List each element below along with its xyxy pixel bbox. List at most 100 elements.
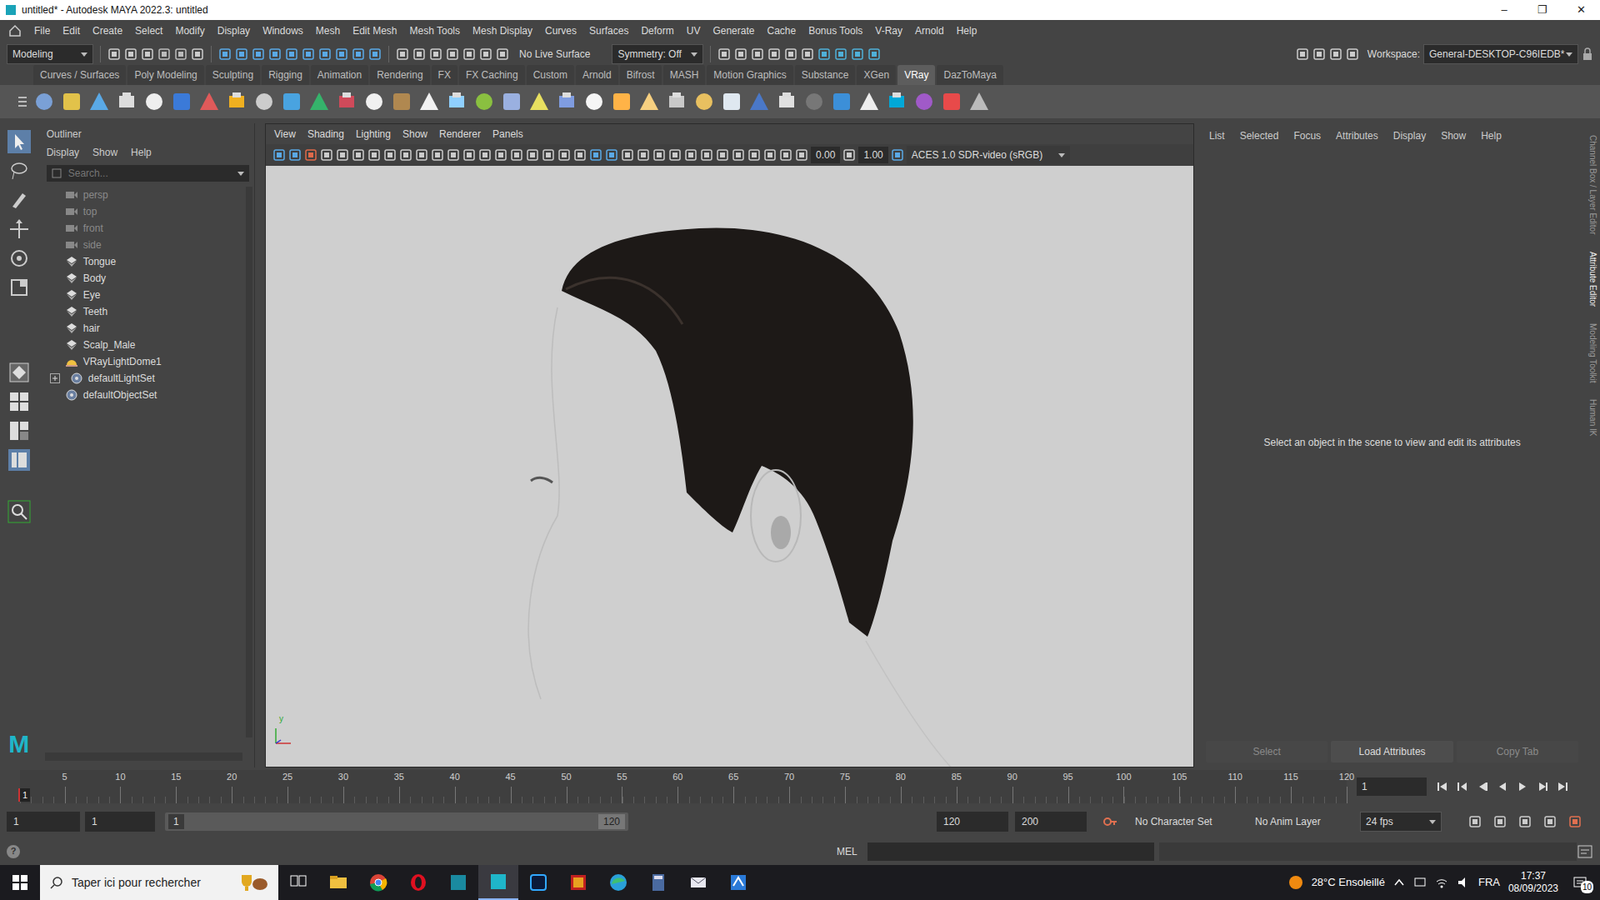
view-tool-icon[interactable] (636, 148, 650, 162)
menu-item[interactable]: File (34, 23, 50, 39)
shelf-tab[interactable]: Curves / Surfaces (33, 65, 126, 85)
menu-item[interactable]: Selected (1240, 128, 1280, 144)
menu-item[interactable]: UV (686, 23, 701, 39)
view-tool-icon[interactable] (351, 148, 365, 162)
range-end-handle[interactable]: 120 (598, 814, 625, 830)
view-tool-icon[interactable] (462, 148, 476, 162)
render-icon[interactable] (784, 47, 798, 61)
menu-item[interactable]: Generate (712, 23, 755, 39)
shelf-tool-icon[interactable] (197, 90, 221, 114)
play-back-icon[interactable] (1496, 780, 1509, 793)
color-mgmt-icon[interactable] (890, 148, 905, 162)
view-tool-icon[interactable] (510, 148, 524, 162)
paint-select-icon[interactable] (7, 188, 31, 212)
menu-item[interactable]: V-Ray (875, 23, 903, 39)
help-icon[interactable]: ? (6, 845, 20, 859)
menu-item[interactable]: Help (1480, 128, 1502, 144)
color-space-dropdown[interactable]: ACES 1.0 SDR-video (sRGB) (906, 145, 1070, 165)
menu-item[interactable]: View (274, 126, 296, 142)
shelf-tool-icon[interactable] (115, 90, 139, 114)
show-hidden-icon[interactable] (1393, 876, 1405, 889)
shelf-tool-icon[interactable] (610, 90, 634, 114)
side-tab[interactable]: Attribute Editor (1586, 251, 1600, 307)
shelf-tool-icon[interactable] (445, 90, 469, 114)
gamma-field[interactable]: 1.00 (858, 146, 888, 164)
outliner-item[interactable]: Tongue (41, 253, 255, 270)
viewport-canvas[interactable]: y (265, 165, 1194, 767)
layout-icon[interactable] (1329, 47, 1343, 61)
expand-icon[interactable] (50, 373, 60, 384)
file-icon[interactable] (124, 47, 138, 61)
view-tool-icon[interactable] (557, 148, 571, 162)
split-view-icon[interactable] (7, 419, 31, 443)
search-input[interactable] (66, 165, 233, 182)
render-icon[interactable] (834, 47, 848, 61)
history-icon[interactable] (445, 47, 460, 61)
shelf-tab[interactable]: Rigging (261, 65, 310, 85)
render-icon[interactable] (717, 47, 731, 61)
view-tool-icon[interactable] (478, 148, 492, 162)
menu-item[interactable]: Bonus Tools (808, 23, 863, 39)
history-icon[interactable] (495, 47, 510, 61)
shelf-tool-icon[interactable] (885, 90, 909, 114)
play-forward-icon[interactable] (1516, 780, 1529, 793)
script-editor-icon[interactable] (1576, 843, 1594, 860)
view-tool-icon[interactable] (320, 148, 334, 162)
view-tool-icon[interactable] (763, 148, 777, 162)
exposure-icon[interactable] (795, 148, 809, 162)
move-icon[interactable] (7, 217, 31, 241)
shelf-tab[interactable]: VRay (897, 65, 935, 85)
view-tool-icon[interactable] (335, 148, 350, 162)
taskbar-app[interactable] (478, 865, 519, 900)
playback-end-field[interactable]: 120 (936, 811, 1009, 832)
render-icon[interactable] (800, 47, 815, 61)
shelf-tab[interactable]: Sculpting (205, 65, 260, 85)
outliner-item[interactable]: persp (41, 186, 255, 204)
outliner-item[interactable]: defaultObjectSet (41, 386, 255, 404)
menu-item[interactable]: Arnold (915, 23, 945, 39)
outliner-item[interactable]: VRayLightDome1 (41, 353, 255, 370)
shelf-tool-icon[interactable] (720, 90, 744, 114)
shelf-tab[interactable]: Arnold (575, 65, 619, 85)
layout-icon[interactable] (1312, 47, 1326, 61)
shelf-tool-icon[interactable] (665, 90, 689, 114)
taskbar-app[interactable] (518, 865, 559, 900)
view-tool-icon[interactable] (304, 148, 318, 162)
taskbar-app[interactable] (558, 865, 599, 900)
mode-dropdown[interactable]: Modeling (6, 44, 94, 65)
menu-item[interactable]: Shading (307, 126, 345, 142)
animation-end-field[interactable]: 200 (1015, 811, 1087, 832)
view-tool-icon[interactable] (415, 148, 429, 162)
shelf-tool-icon[interactable] (500, 90, 524, 114)
shelf-tool-icon[interactable] (582, 90, 606, 114)
notification-center[interactable]: 10 (1566, 875, 1594, 890)
shelf-tab[interactable]: FX Caching (459, 65, 525, 85)
character-set-dropdown[interactable]: No Character Set (1135, 814, 1244, 830)
shelf-tool-icon[interactable] (692, 90, 716, 114)
outliner-item[interactable]: front (41, 220, 255, 237)
menu-item[interactable]: Focus (1293, 128, 1321, 144)
menu-item[interactable]: Lighting (355, 126, 391, 142)
taskbar-search[interactable]: Taper ici pour rechercher (40, 865, 279, 900)
outliner-item[interactable]: Eye (41, 286, 255, 304)
view-tool-icon[interactable] (383, 148, 397, 162)
menu-item[interactable]: Cache (766, 23, 796, 39)
clock[interactable]: 17:3708/09/2023 (1508, 870, 1559, 895)
shelf-tool-icon[interactable] (390, 90, 414, 114)
four-view-icon[interactable] (7, 390, 31, 414)
view-tool-icon[interactable] (652, 148, 666, 162)
outliner-item[interactable]: side (41, 236, 255, 254)
select-arrow-icon[interactable] (7, 130, 31, 154)
view-tool-icon[interactable] (399, 148, 413, 162)
lasso-icon[interactable] (7, 159, 31, 183)
shelf-tool-icon[interactable] (32, 90, 56, 114)
snap-icon[interactable] (268, 47, 282, 61)
view-tool-icon[interactable] (684, 148, 698, 162)
shelf-tab[interactable]: FX (431, 65, 458, 85)
menu-item[interactable]: Surfaces (589, 23, 629, 39)
view-tool-icon[interactable] (541, 148, 555, 162)
menu-item[interactable]: Panels (492, 126, 524, 142)
window-control[interactable]: ✕ (1561, 1, 1600, 19)
taskbar-app[interactable] (638, 865, 679, 900)
file-icon[interactable] (190, 47, 205, 61)
